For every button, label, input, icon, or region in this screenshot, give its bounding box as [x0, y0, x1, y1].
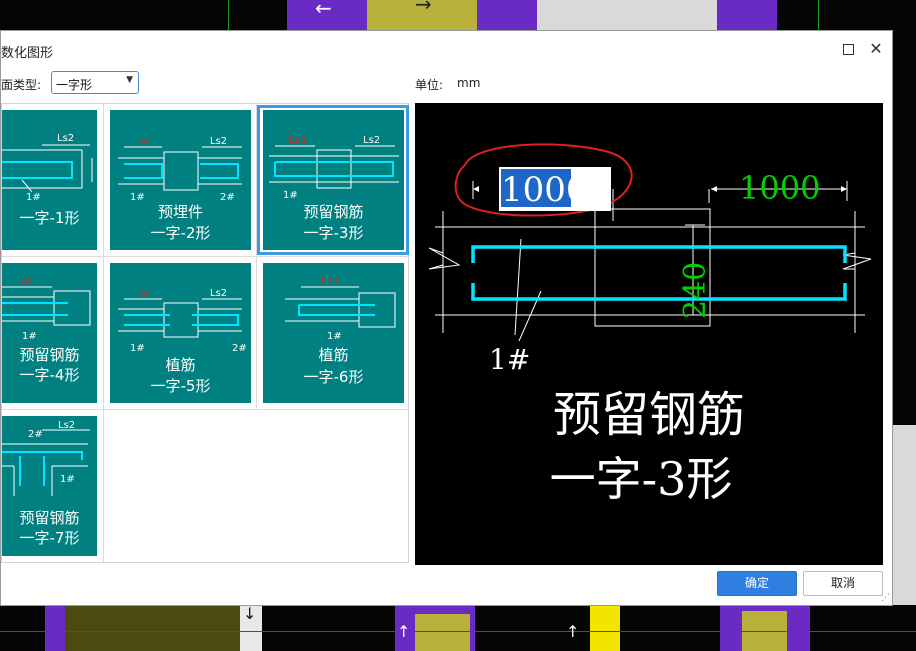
tag-ls2: Ls2	[57, 133, 74, 144]
cad-block	[590, 606, 620, 651]
thumb-line1: 预留钢筋	[19, 346, 80, 364]
arrow-right-icon: →	[415, 0, 432, 16]
close-button[interactable]: ✕	[866, 39, 886, 59]
thumb-line2: 一字-2形	[150, 224, 211, 242]
thumb-line1: 预留钢筋	[19, 509, 80, 527]
grid-divider	[2, 256, 408, 257]
tag-1: 1#	[130, 343, 145, 354]
preview-drawing: 1000 1000 240 1# 预留钢筋 一字-3形	[428, 143, 872, 506]
preview-name-line1: 预留钢筋	[553, 387, 745, 443]
grid-line	[818, 0, 819, 30]
dimension-right[interactable]: 1000	[739, 169, 820, 207]
cancel-button[interactable]: 取消	[803, 571, 883, 596]
tag-la1: La1	[16, 276, 34, 287]
grid-divider	[2, 409, 408, 410]
maximize-icon	[842, 44, 854, 55]
thumb-line2: 一字-5形	[150, 377, 211, 395]
thumb-line2: 一字-1形	[19, 209, 80, 227]
shape-thumb-1[interactable]: Ls2 1# 一字-1形	[2, 110, 97, 250]
resize-grip-icon[interactable]: ⋰	[881, 593, 890, 603]
preview-name-line2: 一字-3形	[550, 452, 733, 506]
shape-thumb-2[interactable]: La1 Ls2 1# 2# 预埋件 一字-2形	[110, 110, 251, 250]
ok-button[interactable]: 确定	[717, 571, 797, 596]
tag-1: 1#	[60, 474, 75, 485]
title-bar[interactable]: 数化图形 ✕	[1, 31, 892, 67]
grid-line	[0, 631, 916, 632]
grid-divider	[103, 104, 104, 562]
cad-block	[415, 614, 470, 651]
dialog-title: 数化图形	[1, 46, 54, 61]
shape-thumb-5[interactable]: La1 Ls2 1# 2# 植筋 一字-5形	[110, 263, 251, 403]
tag-1: 1#	[22, 331, 37, 342]
cad-block	[477, 0, 537, 30]
tag-ls2: Ls2	[58, 420, 75, 431]
arrow-left-icon: ←	[315, 0, 332, 20]
chevron-down-icon: ▼	[126, 75, 133, 85]
thumb-line2: 一字-4形	[19, 366, 80, 384]
close-icon: ✕	[869, 39, 883, 58]
grid-line	[228, 0, 229, 30]
arrow-down-icon: ↓	[243, 604, 257, 623]
tag-la1: La1	[321, 276, 339, 287]
shape-thumb-6[interactable]: La1 1# 植筋 一字-6形	[263, 263, 404, 403]
shape-preview-canvas: 1000 1000 240 1# 预留钢筋 一字-3形	[415, 103, 883, 565]
cad-block	[45, 606, 65, 651]
rebar-tag: 1#	[489, 343, 530, 376]
tag-la1: La1	[134, 288, 152, 299]
cad-block	[45, 606, 240, 651]
tag-ls2: Ls2	[210, 288, 227, 299]
shape-thumb-4[interactable]: La1 1# 预留钢筋 一字-4形	[2, 263, 97, 403]
arrow-up-icon: ↑	[397, 622, 411, 641]
section-type-select[interactable]: 一字形 ▼	[51, 71, 139, 94]
thumb-line1: 植筋	[318, 346, 349, 364]
tag-1: 1#	[26, 192, 41, 203]
arrow-up-icon: ↑	[566, 622, 580, 641]
shape-dialog: 数化图形 ✕ 面类型: 一字形 ▼ 单位: mm Ls2 1# 一字-1形 La…	[0, 30, 893, 606]
cad-background-right	[893, 30, 916, 606]
tag-2: 2#	[232, 343, 247, 354]
thumb-line1: 预埋件	[157, 203, 203, 221]
dimension-edit-value[interactable]: 1000	[501, 170, 588, 210]
dimension-height[interactable]: 240	[678, 262, 713, 319]
selected-thumb-highlight	[257, 105, 409, 255]
tag-2: 2#	[28, 429, 43, 440]
thumb-line1: 植筋	[165, 356, 196, 374]
thumb-line2: 一字-6形	[303, 368, 364, 386]
shape-thumb-7[interactable]: 2# Ls2 1# 预留钢筋 一字-7形	[2, 416, 97, 556]
cad-block	[717, 0, 777, 30]
unit-label: 单位:	[415, 78, 444, 92]
tag-la1: La1	[134, 136, 152, 147]
unit-value: mm	[457, 76, 481, 90]
cad-background-top: ← →	[0, 0, 916, 30]
shape-thumbnail-grid: Ls2 1# 一字-1形 La1 Ls2 1# 2# 预埋件 一字-2形 La1…	[1, 103, 409, 563]
section-type-value: 一字形	[56, 78, 93, 92]
rebar-diagram: Ls2 1#	[2, 133, 93, 203]
cad-block	[893, 425, 916, 605]
cad-background-bottom: ↓ ↑ ↑	[0, 604, 916, 651]
tag-1: 1#	[327, 331, 342, 342]
section-type-label: 面类型:	[1, 78, 42, 92]
cad-block	[537, 0, 717, 30]
thumb-line2: 一字-7形	[19, 529, 80, 547]
maximize-button[interactable]	[838, 39, 858, 59]
tag-ls2: Ls2	[210, 136, 227, 147]
